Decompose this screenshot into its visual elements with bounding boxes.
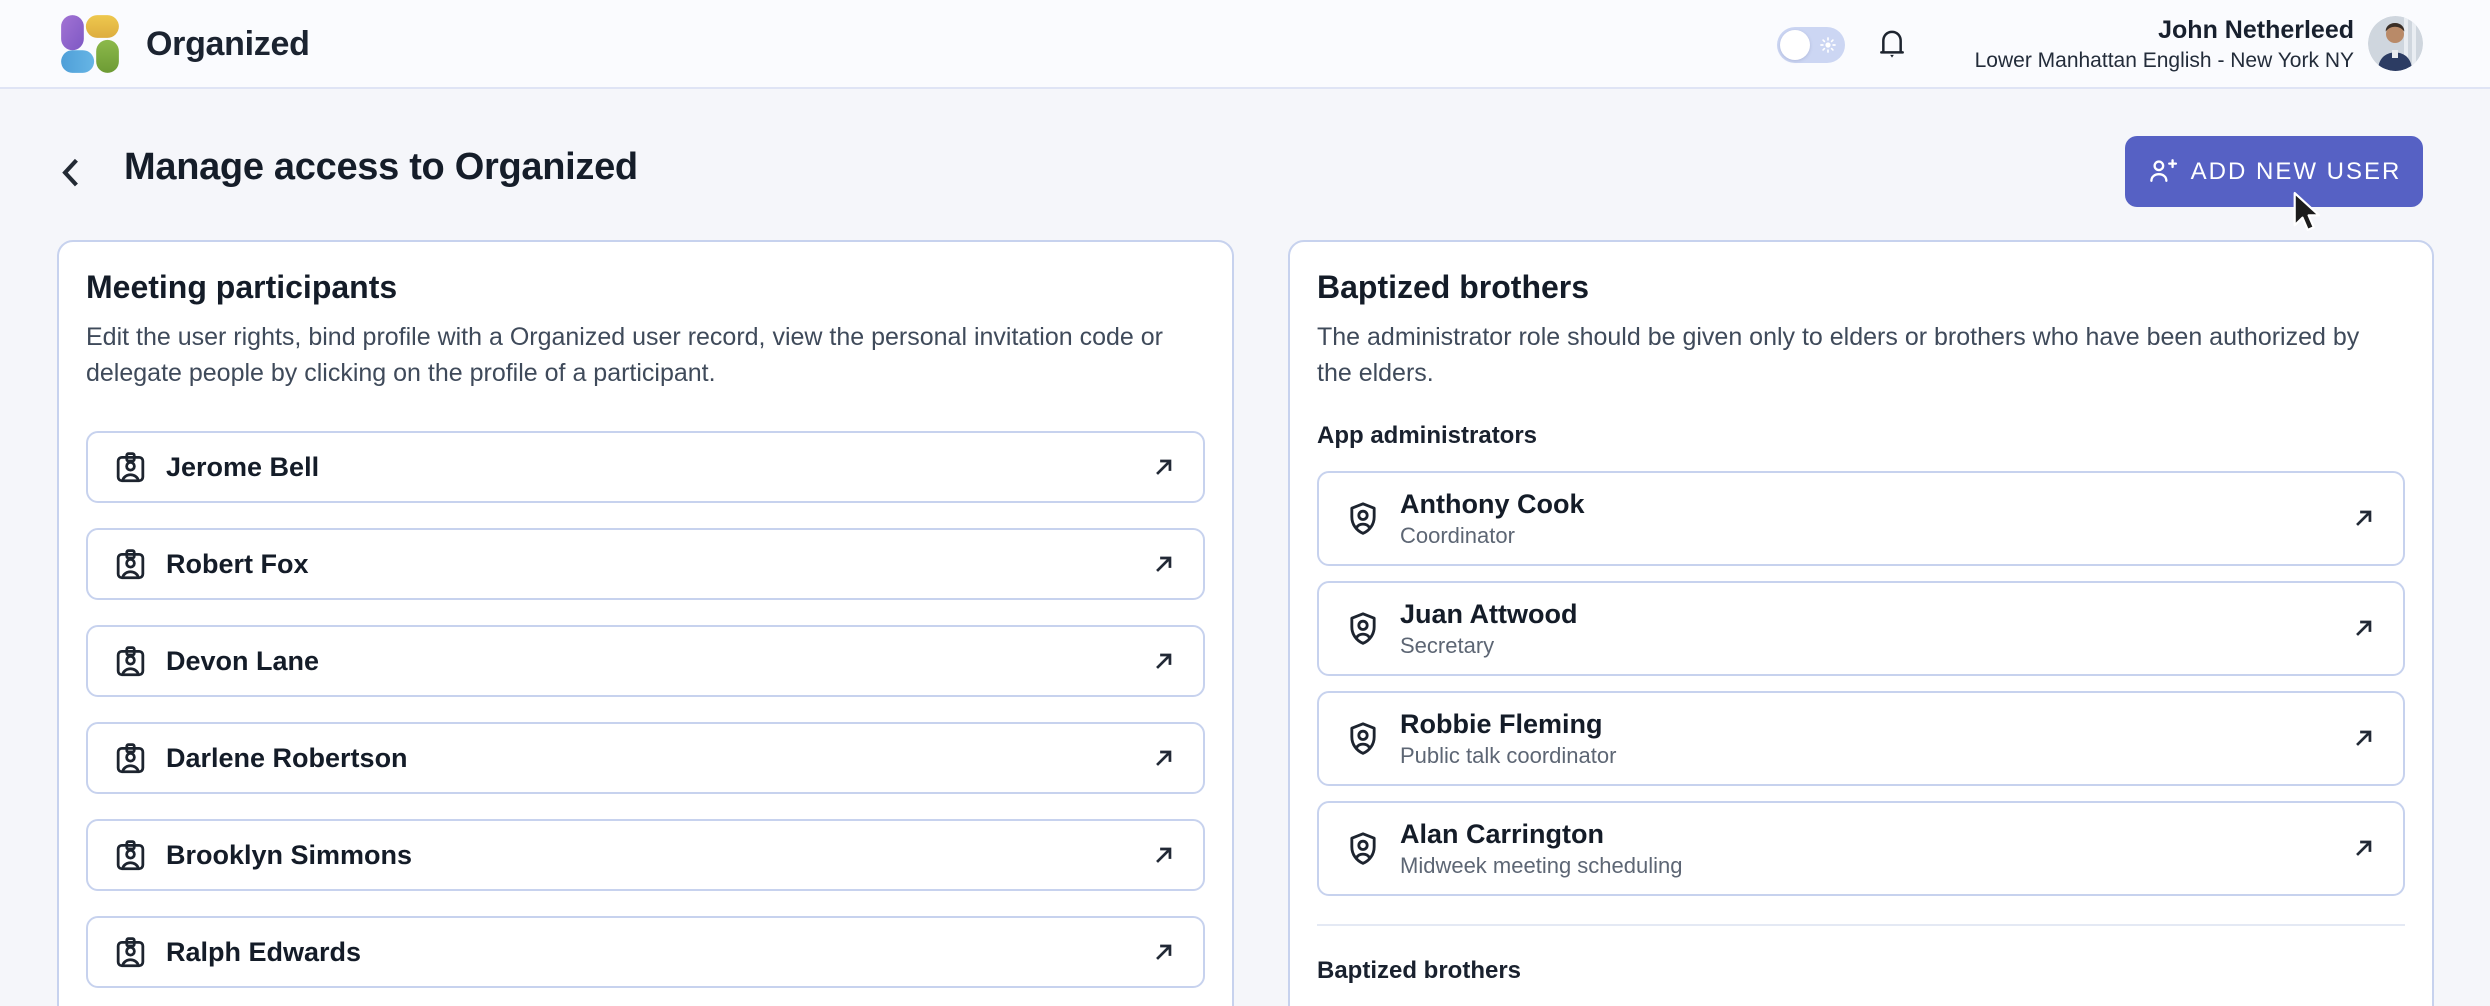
shield-person-icon <box>1343 719 1383 759</box>
arrow-up-right-icon <box>1148 937 1179 968</box>
shield-person-icon <box>1343 499 1383 539</box>
contact-badge-icon <box>112 934 149 971</box>
app-administrators-label: App administrators <box>1317 421 2405 451</box>
participant-name: Jerome Bell <box>166 452 319 483</box>
arrow-up-right-icon <box>2348 613 2379 644</box>
baptized-brothers-panel: Baptized brothers The administrator role… <box>1288 240 2434 1006</box>
admin-row[interactable]: Alan Carrington Midweek meeting scheduli… <box>1317 801 2405 896</box>
meeting-participants-panel: Meeting participants Edit the user right… <box>57 240 1234 1006</box>
participant-row[interactable]: Darlene Robertson <box>86 722 1205 794</box>
admin-row[interactable]: Anthony Cook Coordinator <box>1317 471 2405 566</box>
shield-person-icon <box>1343 609 1383 649</box>
theme-toggle[interactable] <box>1777 27 1845 63</box>
admins-list: Anthony Cook Coordinator Juan Att <box>1317 471 2405 896</box>
page-title: Manage access to Organized <box>124 146 638 189</box>
user-name: John Netherleed <box>1975 14 2354 46</box>
participant-name: Ralph Edwards <box>166 937 361 968</box>
arrow-up-right-icon <box>1148 452 1179 483</box>
chevron-left-icon <box>53 153 91 191</box>
admin-name: Anthony Cook <box>1400 487 1584 521</box>
arrow-up-right-icon <box>2348 723 2379 754</box>
contact-badge-icon <box>112 837 149 874</box>
admin-name: Robbie Fleming <box>1400 707 1616 741</box>
arrow-up-right-icon <box>1148 646 1179 677</box>
arrow-up-right-icon <box>2348 503 2379 534</box>
participant-name: Devon Lane <box>166 646 319 677</box>
contact-badge-icon <box>112 740 149 777</box>
user-menu[interactable]: John Netherleed Lower Manhattan English … <box>1975 14 2354 75</box>
add-new-user-label: ADD NEW USER <box>2191 158 2402 186</box>
brothers-description: The administrator role should be given o… <box>1317 320 2405 391</box>
admin-name: Juan Attwood <box>1400 597 1577 631</box>
admin-role: Midweek meeting scheduling <box>1400 852 1683 880</box>
contact-badge-icon <box>112 449 149 486</box>
participant-row[interactable]: Brooklyn Simmons <box>86 819 1205 891</box>
toggle-knob <box>1780 30 1810 60</box>
app-header: Organized John Netherleed Lower Manhatta… <box>0 0 2490 89</box>
person-add-icon <box>2147 156 2178 187</box>
participant-name: Darlene Robertson <box>166 743 408 774</box>
baptized-brothers-label: Baptized brothers <box>1317 956 2405 986</box>
admin-row[interactable]: Robbie Fleming Public talk coordinator <box>1317 691 2405 786</box>
arrow-up-right-icon <box>1148 743 1179 774</box>
brothers-title: Baptized brothers <box>1317 266 2405 308</box>
participant-name: Robert Fox <box>166 549 309 580</box>
admin-role: Coordinator <box>1400 522 1584 550</box>
admin-row[interactable]: Juan Attwood Secretary <box>1317 581 2405 676</box>
admin-role: Public talk coordinator <box>1400 742 1616 770</box>
avatar[interactable] <box>2368 16 2423 71</box>
arrow-up-right-icon <box>2348 833 2379 864</box>
add-new-user-button[interactable]: ADD NEW USER <box>2125 136 2423 207</box>
participants-title: Meeting participants <box>86 266 1205 308</box>
participant-name: Brooklyn Simmons <box>166 840 412 871</box>
admin-role: Secretary <box>1400 632 1577 660</box>
shield-person-icon <box>1343 829 1383 869</box>
back-button[interactable] <box>50 150 94 194</box>
admin-name: Alan Carrington <box>1400 817 1683 851</box>
arrow-up-right-icon <box>1148 840 1179 871</box>
app-title: Organized <box>146 0 310 89</box>
notifications-bell-icon[interactable] <box>1869 22 1915 68</box>
contact-badge-icon <box>112 643 149 680</box>
participant-row[interactable]: Ralph Edwards <box>86 916 1205 988</box>
participants-description: Edit the user rights, bind profile with … <box>86 320 1205 391</box>
arrow-up-right-icon <box>1148 549 1179 580</box>
participants-list: Jerome Bell Robert Fox <box>86 431 1205 988</box>
participant-row[interactable]: Devon Lane <box>86 625 1205 697</box>
user-congregation: Lower Manhattan English - New York NY <box>1975 47 2354 75</box>
sun-icon <box>1818 35 1838 55</box>
section-divider <box>1317 924 2405 926</box>
participant-row[interactable]: Jerome Bell <box>86 431 1205 503</box>
participant-row[interactable]: Robert Fox <box>86 528 1205 600</box>
organized-logo-icon[interactable] <box>57 11 123 77</box>
manage-access-page: Organized John Netherleed Lower Manhatta… <box>0 0 2490 1006</box>
contact-badge-icon <box>112 546 149 583</box>
